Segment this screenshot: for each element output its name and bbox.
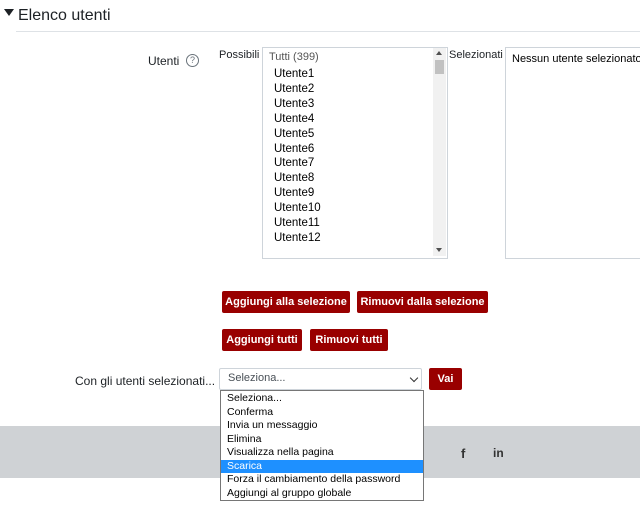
select-value: Seleziona... [228,372,286,384]
list-group-label: Tutti (399) [269,51,319,63]
empty-selection-text: Nessun utente selezionato [512,53,640,65]
list-item[interactable]: Utente10 [274,202,321,214]
chevron-down-icon [409,373,419,383]
list-item[interactable]: Utente1 [274,68,314,80]
list-item[interactable]: Utente2 [274,83,314,95]
go-button[interactable]: Vai [429,368,462,390]
remove-from-selection-button[interactable]: Rimuovi dalla selezione [357,291,488,313]
scroll-up-icon[interactable] [436,51,442,55]
list-item[interactable]: Utente9 [274,187,314,199]
section-title[interactable]: Elenco utenti [18,7,111,25]
section-divider [16,31,640,32]
bulk-action-select[interactable]: Seleziona... [219,368,422,390]
linkedin-icon[interactable]: in [493,446,504,460]
dropdown-option[interactable]: Seleziona... [221,392,423,405]
dropdown-option[interactable]: Forza il cambiamento della password [221,473,423,486]
list-item[interactable]: Utente8 [274,172,314,184]
list-item[interactable]: Utente11 [274,217,320,229]
list-item[interactable]: Utente6 [274,143,314,155]
selected-label: Selezionati [449,49,503,61]
add-to-selection-button[interactable]: Aggiungi alla selezione [222,291,350,313]
dropdown-option[interactable]: Conferma [221,406,423,419]
scrollbar-thumb[interactable] [435,60,444,74]
bulk-action-dropdown[interactable]: Seleziona... Conferma Invia un messaggio El… [220,390,424,501]
available-users-list[interactable]: Tutti (399) Utente1 Utente2 Utente3 Utente4… [262,47,448,259]
facebook-icon[interactable]: f [461,446,465,461]
add-all-button[interactable]: Aggiungi tutti [222,329,302,351]
dropdown-option[interactable]: Scarica [221,459,423,473]
bulk-action-label: Con gli utenti selezionati... [75,374,216,388]
dropdown-option[interactable]: Elimina [221,433,423,446]
list-item[interactable]: Utente3 [274,98,314,110]
scrollbar[interactable] [433,48,446,256]
scroll-down-icon[interactable] [436,248,442,252]
question-circle-icon[interactable]: ? [186,54,199,67]
available-label: Possibili [219,49,260,61]
users-label: Utenti [148,54,180,68]
remove-all-button[interactable]: Rimuovi tutti [310,329,388,351]
list-item[interactable]: Utente7 [274,157,314,169]
dropdown-option[interactable]: Visualizza nella pagina [221,446,423,459]
list-item[interactable]: Utente12 [274,232,321,244]
list-item[interactable]: Utente5 [274,128,314,140]
dropdown-option[interactable]: Aggiungi al gruppo globale [221,487,423,500]
dropdown-option[interactable]: Invia un messaggio [221,419,423,432]
selected-users-list[interactable]: Nessun utente selezionato [505,47,640,259]
triangle-down-icon[interactable] [4,9,14,16]
list-item[interactable]: Utente4 [274,113,314,125]
